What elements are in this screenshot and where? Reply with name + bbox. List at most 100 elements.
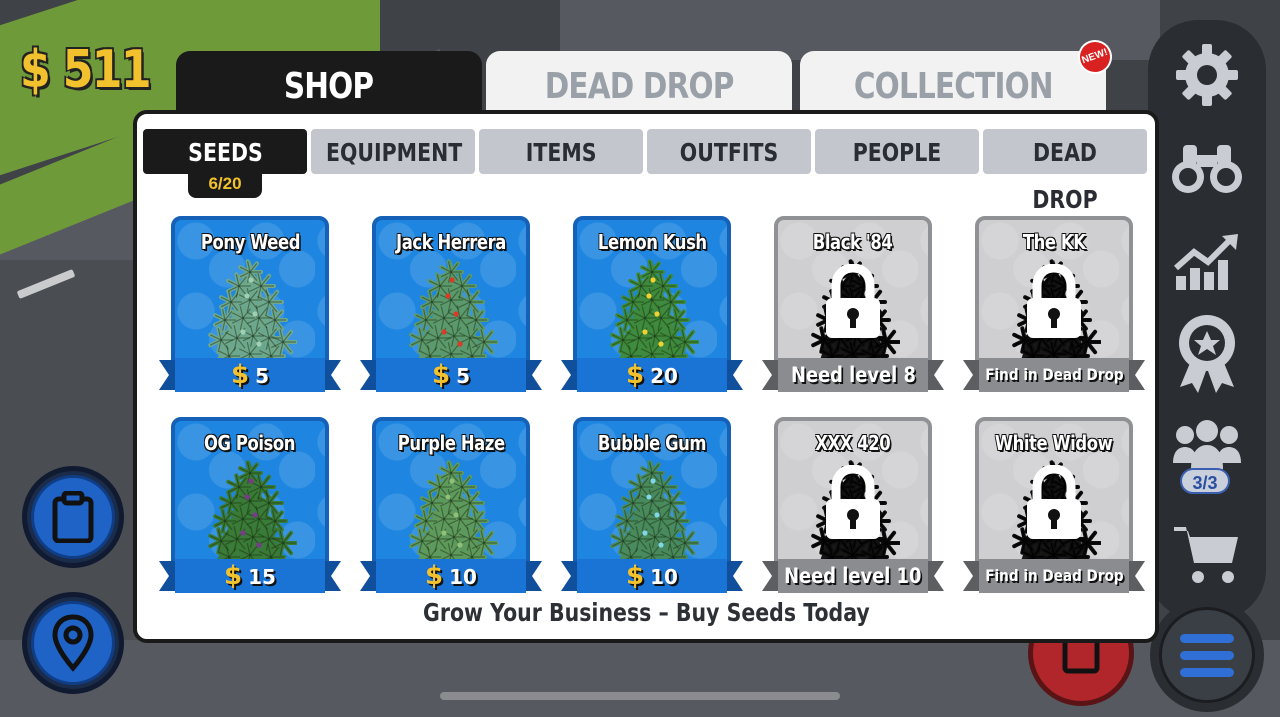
seed-name-text: Black '84 bbox=[813, 230, 893, 254]
dollar-icon: $ bbox=[626, 561, 645, 591]
requirement-label: Find in Dead Drop bbox=[963, 356, 1145, 394]
price-label: $15 bbox=[159, 557, 341, 595]
home-indicator[interactable] bbox=[440, 692, 840, 700]
seed-name: XXX 420 bbox=[762, 431, 944, 455]
requirement-text: Find in Dead Drop bbox=[984, 365, 1124, 384]
dollar-icon: $ bbox=[224, 561, 243, 591]
tab-dead-drop[interactable]: DEAD DROP bbox=[486, 51, 792, 113]
seed-card[interactable]: Purple Haze $10 bbox=[360, 417, 542, 597]
requirement-label: Need level 8 bbox=[762, 356, 944, 394]
tab-shop[interactable]: SHOP bbox=[176, 51, 482, 113]
gear-icon bbox=[1176, 44, 1238, 106]
price-ribbon: $5 bbox=[159, 356, 341, 394]
requirement-text: Need level 10 bbox=[784, 564, 922, 588]
settings-button[interactable] bbox=[1170, 38, 1244, 112]
seed-name: Lemon Kush bbox=[561, 230, 743, 254]
seed-card[interactable]: OG Poison $15 bbox=[159, 417, 341, 597]
stats-button[interactable] bbox=[1170, 225, 1244, 299]
achievements-button[interactable] bbox=[1170, 315, 1244, 393]
price-ribbon: $10 bbox=[561, 557, 743, 595]
menu-icon bbox=[1159, 607, 1255, 703]
price-label: $10 bbox=[561, 557, 743, 595]
subtab-dead-drop-label: DEAD DROP bbox=[1032, 138, 1098, 214]
seed-count-badge: 6/20 bbox=[188, 172, 262, 198]
requirement-label: Need level 10 bbox=[762, 557, 944, 595]
main-menu-button[interactable] bbox=[1150, 598, 1264, 712]
cannabis-plant-icon bbox=[610, 460, 699, 565]
price-ribbon: $5 bbox=[360, 356, 542, 394]
seed-name-text: The KK bbox=[1022, 230, 1086, 254]
seed-name-text: Jack Herrera bbox=[396, 230, 506, 254]
seed-name-text: Bubble Gum bbox=[597, 431, 707, 455]
clipboard-icon bbox=[52, 491, 94, 543]
price-ribbon: $10 bbox=[360, 557, 542, 595]
dollar-icon: $ bbox=[626, 360, 645, 390]
seed-card[interactable]: The KK Find in Dead Drop bbox=[963, 216, 1145, 396]
cannabis-plant-icon bbox=[409, 259, 498, 364]
seed-name-text: Pony Weed bbox=[200, 230, 300, 254]
price-ribbon: $20 bbox=[561, 356, 743, 394]
cart-icon bbox=[1174, 527, 1238, 583]
price-value: 5 bbox=[255, 364, 269, 388]
subtab-equipment[interactable]: EQUIPMENT bbox=[311, 129, 475, 174]
seed-card[interactable]: Black '84 Need level 8 bbox=[762, 216, 944, 396]
padlock-icon bbox=[1027, 465, 1081, 539]
store-button[interactable] bbox=[1170, 518, 1244, 592]
seed-card[interactable]: White Widow Find in Dead Drop bbox=[963, 417, 1145, 597]
price-label: $20 bbox=[561, 356, 743, 394]
seed-card[interactable]: Lemon Kush $20 bbox=[561, 216, 743, 396]
cannabis-plant-icon bbox=[208, 460, 297, 565]
award-icon bbox=[1179, 315, 1235, 393]
seed-name-text: Lemon Kush bbox=[597, 230, 707, 254]
dollar-icon: $ bbox=[425, 561, 444, 591]
seed-card[interactable]: Pony Weed $5 bbox=[159, 216, 341, 396]
seed-name-text: XXX 420 bbox=[815, 431, 891, 455]
subtab-seeds[interactable]: SEEDS bbox=[143, 129, 307, 174]
seed-name: OG Poison bbox=[159, 431, 341, 455]
price-value: 5 bbox=[456, 364, 470, 388]
price-label: $10 bbox=[360, 557, 542, 595]
requirement-ribbon: Find in Dead Drop bbox=[963, 356, 1145, 394]
chart-icon bbox=[1174, 234, 1238, 290]
seed-name-text: White Widow bbox=[995, 431, 1113, 455]
dollar-icon: $ bbox=[431, 360, 451, 390]
map-button[interactable] bbox=[22, 592, 124, 694]
price-value: 10 bbox=[449, 565, 477, 589]
seed-card[interactable]: Jack Herrera $5 bbox=[360, 216, 542, 396]
price-value: 15 bbox=[248, 565, 276, 589]
requirement-text: Need level 8 bbox=[790, 363, 916, 387]
subtab-people[interactable]: PEOPLE bbox=[815, 129, 979, 174]
clipboard-button[interactable] bbox=[22, 466, 124, 568]
binoculars-icon bbox=[1172, 145, 1242, 193]
seed-card[interactable]: Bubble Gum $10 bbox=[561, 417, 743, 597]
price-label: $5 bbox=[360, 356, 542, 394]
seed-name: Purple Haze bbox=[360, 431, 542, 455]
requirement-ribbon: Need level 8 bbox=[762, 356, 944, 394]
crew-count-badge: 3/3 bbox=[1180, 468, 1230, 494]
subtab-outfits-label: OUTFITS bbox=[679, 138, 779, 167]
cannabis-plant-icon bbox=[610, 259, 699, 364]
cannabis-plant-icon bbox=[409, 460, 498, 565]
cannabis-plant-icon bbox=[208, 259, 297, 364]
tab-collection[interactable]: COLLECTION bbox=[800, 51, 1106, 113]
footer-tagline-text: Grow Your Business – Buy Seeds Today bbox=[422, 598, 870, 627]
subtab-items[interactable]: ITEMS bbox=[479, 129, 643, 174]
seed-name-text: OG Poison bbox=[204, 431, 296, 455]
price-label: $5 bbox=[159, 356, 341, 394]
seed-card[interactable]: XXX 420 Need level 10 bbox=[762, 417, 944, 597]
requirement-ribbon: Need level 10 bbox=[762, 557, 944, 595]
seed-name-text: Purple Haze bbox=[397, 431, 505, 455]
subtab-items-label: ITEMS bbox=[525, 138, 597, 167]
dollar-icon: $ bbox=[230, 360, 250, 390]
seed-name: Black '84 bbox=[762, 230, 944, 254]
seed-name: Bubble Gum bbox=[561, 431, 743, 455]
padlock-icon bbox=[826, 264, 880, 338]
money-counter: $ 511 bbox=[20, 40, 152, 100]
subtab-dead-drop[interactable]: DEAD DROP bbox=[983, 129, 1147, 214]
subtab-equipment-label: EQUIPMENT bbox=[325, 138, 463, 167]
seed-name: The KK bbox=[963, 230, 1145, 254]
binoculars-button[interactable] bbox=[1170, 130, 1244, 204]
subtab-outfits[interactable]: OUTFITS bbox=[647, 129, 811, 174]
subtab-seeds-label: SEEDS bbox=[187, 138, 263, 167]
seed-name: White Widow bbox=[963, 431, 1145, 455]
